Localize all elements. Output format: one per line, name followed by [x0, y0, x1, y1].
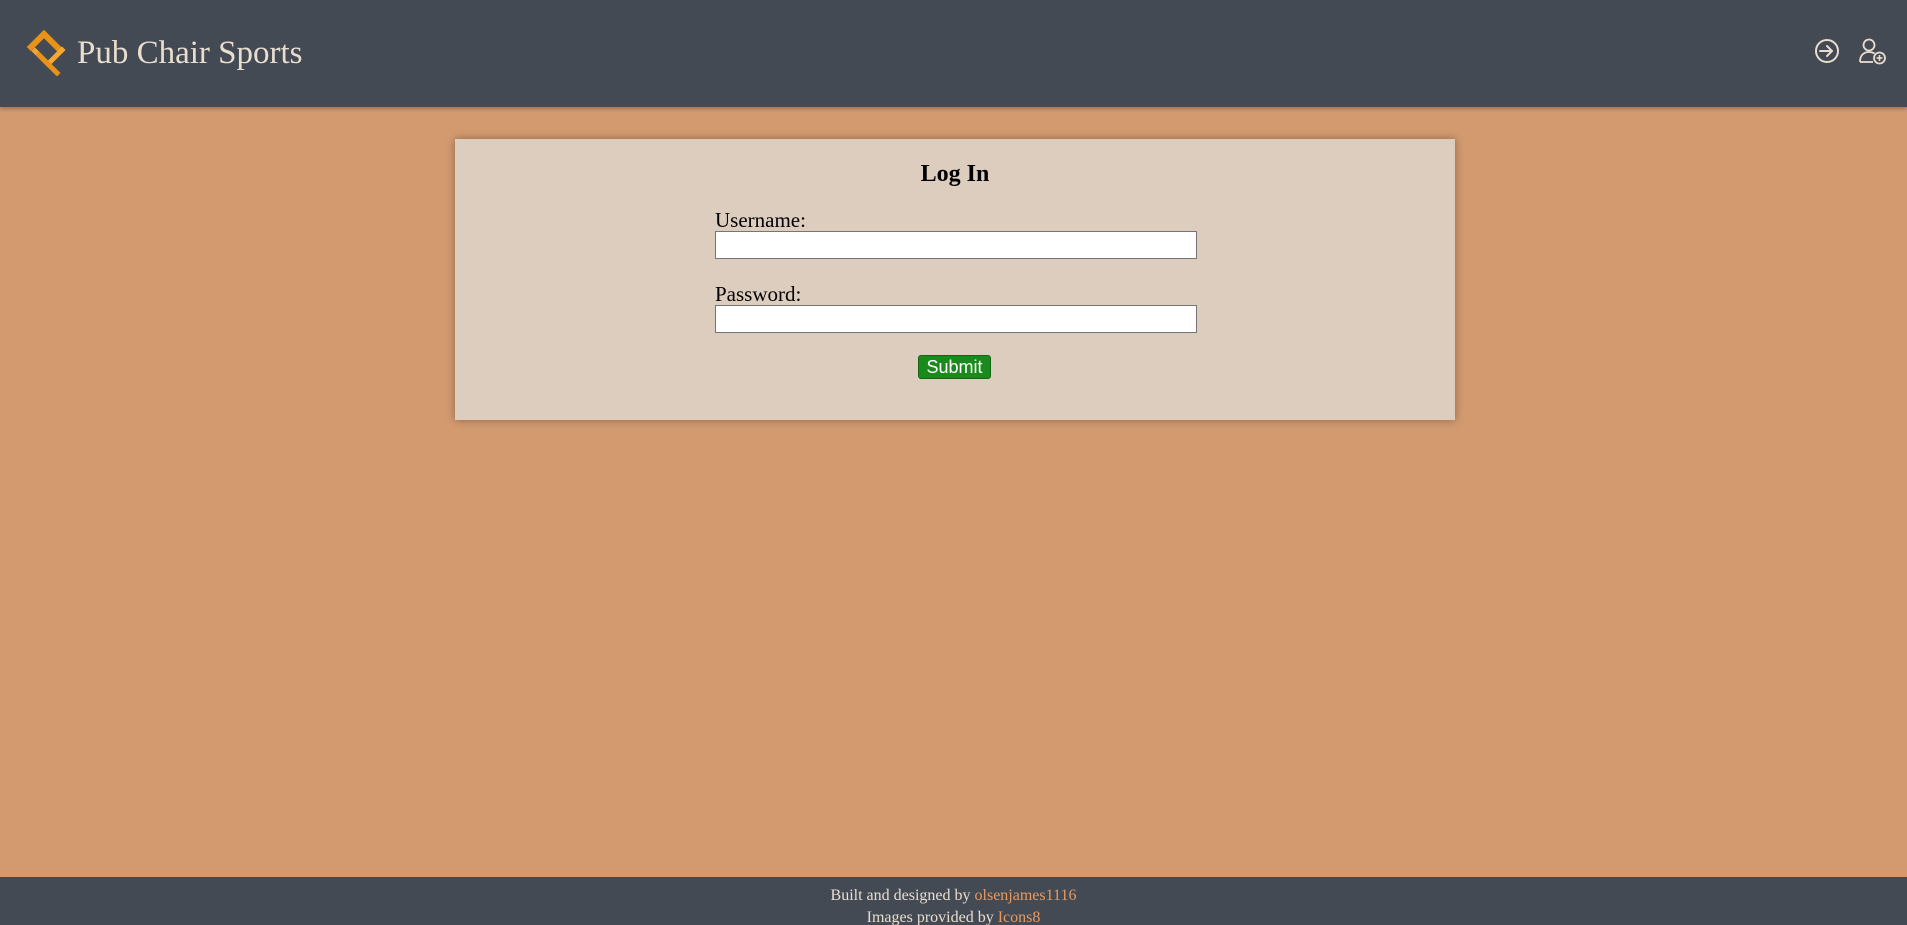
login-card: Log In Username: Password: Submit — [455, 139, 1455, 420]
footer: Built and designed by olsenjames1116 Ima… — [0, 877, 1907, 925]
navbar: Pub Chair Sports — [0, 0, 1907, 107]
author-link[interactable]: olsenjames1116 — [975, 887, 1077, 904]
footer-images-credit: Images provided by Icons8 — [0, 907, 1907, 925]
chair-logo-icon — [27, 30, 66, 76]
brand-link[interactable]: Pub Chair Sports — [27, 30, 303, 76]
password-label: Password: — [715, 282, 802, 306]
username-input[interactable] — [715, 231, 1197, 259]
icons8-link[interactable]: Icons8 — [998, 909, 1041, 925]
footer-built-text: Built and designed by — [830, 887, 971, 904]
password-input[interactable] — [715, 305, 1197, 333]
add-user-icon[interactable] — [1857, 36, 1887, 66]
submit-button[interactable]: Submit — [918, 355, 991, 379]
brand-title: Pub Chair Sports — [77, 35, 303, 71]
footer-images-text: Images provided by — [866, 909, 994, 925]
login-title: Log In — [920, 161, 990, 187]
footer-credits: Built and designed by olsenjames1116 — [0, 885, 1907, 907]
login-icon[interactable] — [1812, 36, 1842, 66]
username-label: Username: — [715, 208, 806, 232]
